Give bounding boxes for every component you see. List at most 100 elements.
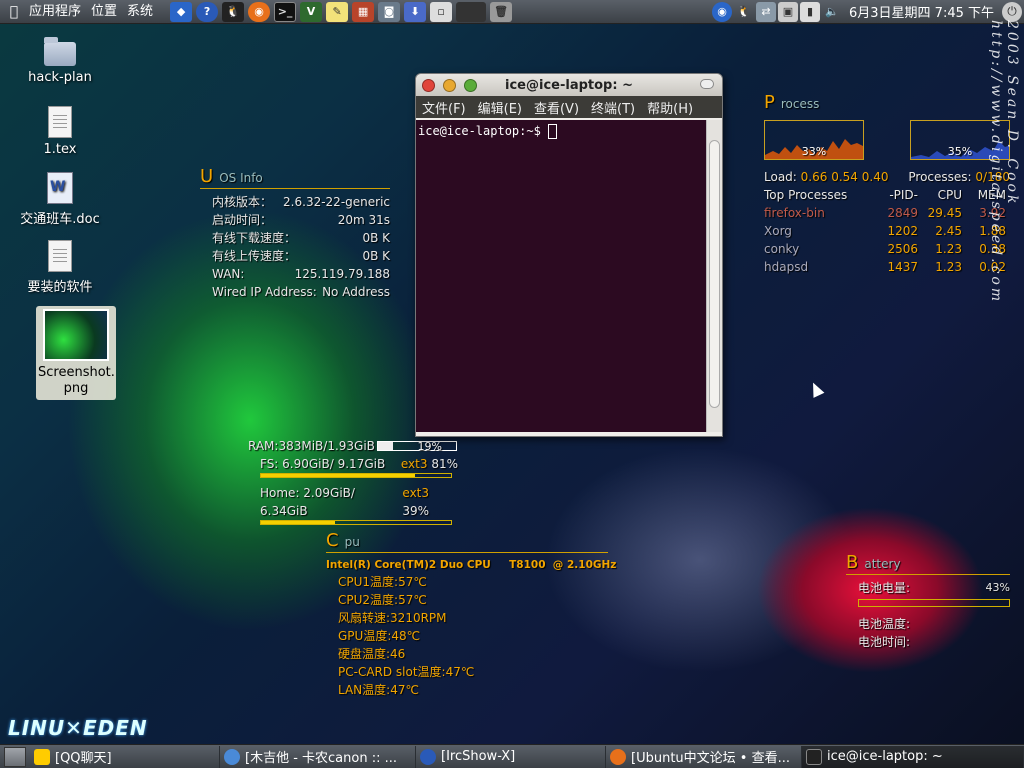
terminal-menu-help[interactable]: 帮助(H) bbox=[641, 98, 699, 117]
qq-tray-icon[interactable]: 🐧 bbox=[734, 2, 754, 22]
cpu-temp-row: 硬盘温度:46 bbox=[338, 645, 608, 663]
desktop-icon-1-tex[interactable]: 1.tex bbox=[20, 106, 100, 157]
terminal-icon bbox=[806, 748, 822, 765]
process-title: rocess bbox=[780, 97, 820, 111]
screenshot-icon[interactable]: ◙ bbox=[378, 1, 401, 22]
desktop-icon-hack-plan[interactable]: hack-plan bbox=[20, 37, 100, 85]
power-icon[interactable]: ⏻ bbox=[1002, 1, 1022, 22]
load-value: 0.66 0.54 0.40 bbox=[800, 170, 889, 184]
volume-tray-icon[interactable]: 🔈 bbox=[822, 2, 842, 22]
cpu-temp-value: 3210RPM bbox=[390, 611, 447, 625]
firefox-icon[interactable]: ◉ bbox=[248, 1, 271, 22]
process-cpu: 1.23 bbox=[935, 260, 962, 274]
terminal-menu-edit[interactable]: 编辑(E) bbox=[472, 98, 528, 117]
process-header-name: Top Processes bbox=[764, 188, 848, 202]
top-panel:  应用程序 位置 系统 ◆ ? 🐧 ◉ >_ V ✎ ▦ ◙ ⬇ ▫ 🗑 ◉ … bbox=[0, 0, 1024, 24]
terminal-scrollbar[interactable] bbox=[706, 120, 722, 432]
conky-cpu: C pu Intel(R) Core(TM)2 Duo CPU T8100 @ … bbox=[326, 530, 616, 699]
terminal-output[interactable]: ice@ice-laptop:~$ bbox=[416, 120, 708, 432]
qq-icon bbox=[34, 748, 50, 765]
os-info-value: 125.119.79.188 bbox=[294, 267, 390, 281]
help-icon[interactable]: ? bbox=[196, 1, 219, 22]
terminal-menu-file[interactable]: 文件(F) bbox=[416, 98, 472, 117]
blank1-icon[interactable]: ▫ bbox=[430, 1, 453, 22]
blank2-icon[interactable] bbox=[456, 1, 487, 22]
download-icon[interactable]: ⬇ bbox=[404, 1, 427, 22]
os-info-header: U OS Info bbox=[200, 166, 390, 189]
os-info-row: Wired IP Address: No Address bbox=[212, 283, 390, 301]
process-header-cpu: CPU bbox=[937, 188, 962, 202]
desktop-icon-software-list[interactable]: 要装的软件 bbox=[20, 240, 100, 295]
terminal-menubar: 文件(F) 编辑(E) 查看(V) 终端(T) 帮助(H) bbox=[416, 96, 722, 118]
cpu-temp-value: 47℃ bbox=[445, 665, 475, 679]
apple-menu-icon[interactable]:  bbox=[4, 0, 24, 24]
process-pid: 2506 bbox=[887, 242, 918, 256]
battery-letter: B bbox=[846, 552, 859, 573]
media-player-icon bbox=[224, 748, 240, 765]
cpu-temp-key: CPU2温度: bbox=[338, 593, 399, 607]
cpu-temp-row: CPU2温度:57℃ bbox=[338, 591, 608, 609]
home-bar bbox=[260, 520, 452, 525]
network-icon[interactable]: ◆ bbox=[170, 1, 193, 22]
desktop-icon-label: 交通班车.doc bbox=[20, 212, 100, 227]
os-info-row: WAN: 125.119.79.188 bbox=[212, 265, 390, 283]
fs-bar bbox=[260, 473, 452, 478]
conky-process: P rocess 33% 35% Load: 0.66 0.54 0.40 Pr… bbox=[764, 92, 1010, 276]
home-pct: 39% bbox=[402, 504, 430, 518]
desktop-icon-bus-doc[interactable]: 交通班车.doc bbox=[20, 172, 100, 227]
load-label: Load: bbox=[764, 170, 797, 184]
process-name: hdapsd bbox=[764, 260, 809, 274]
cpu-temp-value: 46 bbox=[390, 647, 406, 661]
home-type: ext3 bbox=[402, 486, 430, 500]
ircshow-icon bbox=[420, 748, 436, 765]
cpu-temp-row: CPU1温度:57℃ bbox=[338, 573, 608, 591]
linuxeden-logo: LINU✕EDEN bbox=[8, 716, 148, 740]
cpu-header: C pu bbox=[326, 530, 608, 553]
os-info-key: Wired IP Address: bbox=[212, 285, 317, 299]
terminal-cursor bbox=[548, 124, 558, 139]
terminal-prompt: ice@ice-laptop:~$ bbox=[418, 124, 549, 138]
cpu1-graph: 33% bbox=[764, 120, 864, 160]
network-tray-icon[interactable]: ⇄ bbox=[756, 1, 776, 22]
taskbar-item-terminal[interactable]: ice@ice-laptop: ~ bbox=[802, 745, 1024, 768]
taskbar-item-guitar[interactable]: [木吉他 - 卡农canon :: ... bbox=[220, 745, 416, 768]
desktop-icon-label: hack-plan bbox=[28, 70, 92, 85]
os-info-value: 20m 31s bbox=[337, 213, 390, 227]
menu-applications[interactable]: 应用程序 bbox=[24, 0, 86, 24]
terminal-menu-terminal[interactable]: 终端(T) bbox=[585, 98, 641, 117]
taskbar-item-label: [QQ聊天] bbox=[55, 751, 112, 766]
trash-icon[interactable]: 🗑 bbox=[490, 1, 513, 22]
fs-pct: 81% bbox=[431, 457, 458, 471]
terminal-scrollbar-thumb[interactable] bbox=[709, 140, 720, 408]
show-desktop-icon[interactable] bbox=[4, 746, 26, 767]
os-info-letter: U bbox=[200, 166, 214, 187]
battery-tray-icon[interactable]: ▮ bbox=[800, 1, 820, 22]
taskbar-item-firefox[interactable]: [Ubuntu中文论坛 • 查看... bbox=[606, 745, 802, 768]
qq-icon[interactable]: 🐧 bbox=[222, 1, 245, 22]
ram-bar: 19% bbox=[376, 440, 457, 453]
taskbar-item-qq[interactable]: [QQ聊天] bbox=[30, 745, 220, 768]
cpu-temp-value: 47℃ bbox=[390, 683, 419, 697]
cpu-temp-key: 风扇转速: bbox=[338, 611, 391, 625]
firefox-tray-icon[interactable]: ◉ bbox=[712, 1, 732, 22]
menu-places[interactable]: 位置 bbox=[86, 0, 122, 24]
terminal-titlebar[interactable]: ice@ice-laptop: ~ bbox=[416, 74, 722, 96]
shade-icon[interactable] bbox=[700, 79, 714, 89]
terminal-icon[interactable]: >_ bbox=[274, 1, 297, 22]
taskbar-item-label: [IrcShow-X] bbox=[441, 749, 516, 764]
desktop-icon-screenshot[interactable]: Screenshot. png bbox=[36, 306, 116, 400]
firewall-icon[interactable]: ▦ bbox=[352, 1, 375, 22]
vim-icon[interactable]: V bbox=[300, 1, 323, 22]
terminal-window[interactable]: ice@ice-laptop: ~ 文件(F) 编辑(E) 查看(V) 终端(T… bbox=[415, 73, 723, 437]
os-info-row: 有线上传速度： 0B K bbox=[212, 247, 390, 265]
menu-system[interactable]: 系统 bbox=[122, 0, 158, 24]
terminal-menu-view[interactable]: 查看(V) bbox=[528, 98, 585, 117]
battery-charge-label: 电池电量: bbox=[858, 581, 911, 595]
clock[interactable]: 6月3日星期四 7:45 下午 bbox=[849, 2, 994, 21]
taskbar-item-ircshow[interactable]: [IrcShow-X] bbox=[416, 745, 606, 768]
notes-icon[interactable]: ✎ bbox=[326, 1, 349, 22]
display-tray-icon[interactable]: ▣ bbox=[778, 1, 798, 22]
process-cpu: 29.45 bbox=[927, 206, 962, 220]
conky-battery: B attery 电池电量: 43% 电池温度: 电池时间: bbox=[846, 552, 1010, 651]
desktop-icon-label: 1.tex bbox=[43, 142, 77, 157]
